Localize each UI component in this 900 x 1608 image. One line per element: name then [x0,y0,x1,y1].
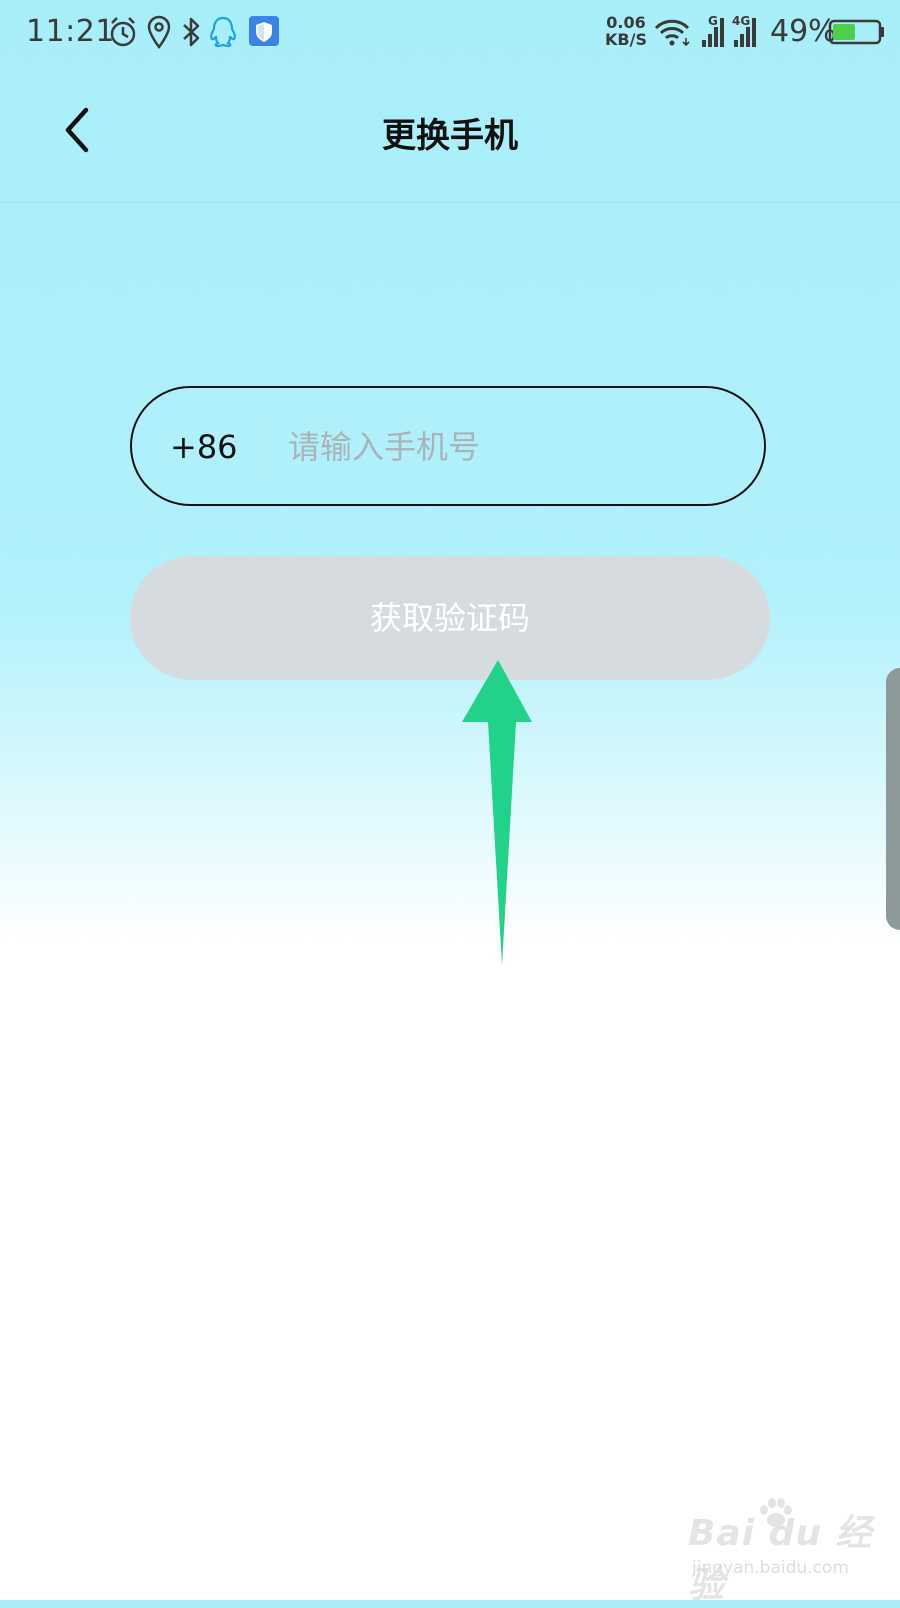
get-verification-code-button[interactable]: 获取验证码 [130,556,770,680]
status-time: 11:21 [26,14,115,49]
qq-icon [210,16,236,48]
page-title: 更换手机 [382,116,518,156]
baidu-jingyan-watermark: Bai du 经验 jingyan.baidu.com [688,1498,888,1606]
network-speed-value: 0.06 [606,13,646,32]
signal-bars-2-icon [734,18,756,47]
phone-number-input[interactable] [288,416,728,478]
location-icon [147,15,171,50]
watermark-url: jingyan.baidu.com [692,1558,849,1578]
annotation-arrow-icon [462,660,532,965]
signal-icon: G 4G [700,14,764,50]
network-speed-unit: KB/S [605,30,647,49]
battery-icon [828,19,884,45]
phone-field: +86 [130,386,766,506]
wifi-icon [654,19,690,47]
field-divider [262,416,263,478]
header: 更换手机 [0,64,900,203]
country-code-selector[interactable]: +86 [170,428,238,466]
paw-icon [760,1498,792,1527]
status-bar: 11:21 0.06 KB/S G 4G 49% [0,0,900,64]
network-speed: 0.06 KB/S [604,14,648,48]
bluetooth-icon [183,17,200,47]
signal-bars-1-icon [702,18,724,47]
battery-percent: 49% [770,14,837,49]
battery-level-fill [833,24,855,40]
side-drawer-handle[interactable] [886,668,900,930]
alarm-icon [110,17,136,47]
shield-icon [249,16,279,46]
